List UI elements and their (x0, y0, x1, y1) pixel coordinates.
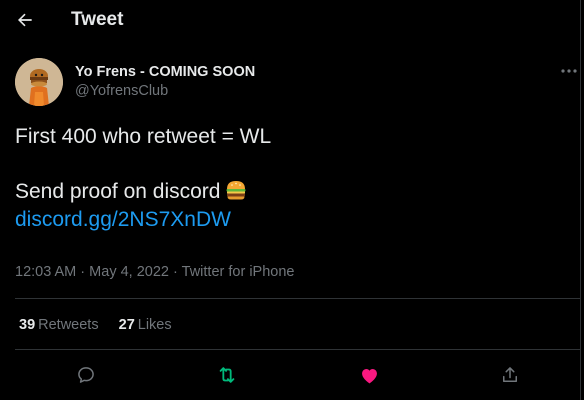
author-name[interactable]: Yo Frens - COMING SOON (75, 63, 255, 81)
tweet-date[interactable]: May 4, 2022 (89, 264, 169, 280)
more-horizontal-icon (561, 69, 577, 73)
arrow-left-icon (18, 13, 32, 27)
avatar[interactable] (15, 58, 63, 106)
divider (15, 298, 580, 299)
author-handle[interactable]: @YofrensClub (75, 82, 168, 100)
tweet-text-line-1: First 400 who retweet = WL (15, 125, 272, 148)
likes-stat[interactable]: 27 Likes (119, 316, 172, 334)
meta-separator-1: · (80, 264, 86, 280)
share-icon (503, 367, 517, 382)
back-button[interactable] (9, 4, 41, 36)
divider (15, 349, 580, 350)
avatar-image (15, 58, 63, 106)
heart-icon (361, 368, 377, 383)
page-title: Tweet (71, 9, 124, 30)
meta-separator-2: · (173, 264, 178, 280)
tweet-meta: 12:03 AM · May 4, 2022 · Twitter for iPh… (15, 263, 294, 281)
tweet-stats: 39 Retweets 27 Likes (19, 316, 172, 334)
page-header: Tweet (0, 0, 580, 40)
tweet-detail-column: Tweet Yo Frens - COMING SOON @YofrensClu… (0, 0, 581, 400)
like-button[interactable] (356, 362, 382, 388)
likes-label: Likes (137, 317, 172, 333)
reply-button[interactable] (73, 362, 99, 388)
retweet-button[interactable] (214, 362, 240, 388)
tweet-text-line-2: Send proof on discord (15, 179, 247, 208)
retweet-icon (219, 367, 235, 383)
tweet-source[interactable]: Twitter for iPhone (182, 264, 295, 280)
retweets-count: 39 (19, 317, 36, 333)
discord-link[interactable]: discord.gg/2NS7XnDW (15, 207, 231, 233)
retweets-stat[interactable]: 39 Retweets (19, 316, 99, 334)
tweet-text-line-2-text: Send proof on discord (15, 180, 221, 203)
share-button[interactable] (497, 362, 523, 388)
likes-count: 27 (118, 317, 135, 333)
tweet-time[interactable]: 12:03 AM (15, 264, 76, 280)
retweets-label: Retweets (38, 317, 99, 333)
reply-icon (78, 367, 94, 383)
more-button[interactable] (558, 61, 580, 81)
burger-emoji (225, 179, 247, 208)
